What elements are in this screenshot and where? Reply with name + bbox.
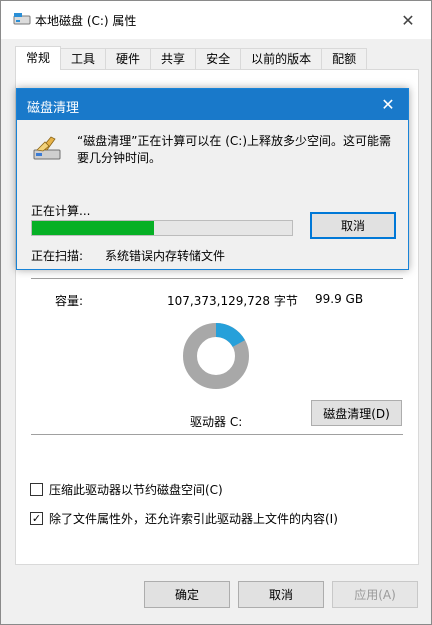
disk-cleanup-button[interactable]: 磁盘清理(D) [311,400,402,426]
dialog-close-button[interactable]: ✕ [376,93,400,115]
dialog-body: “磁盘清理”正在计算可以在 (C:)上释放多少空间。这可能需要几分钟时间。 正在… [17,120,408,269]
window-title: 本地磁盘 (C:) 属性 [35,14,137,28]
disk-cleanup-dialog: 磁盘清理 ✕ “磁盘清理”正在计算可以在 (C:)上释放多少空间。这可能需要几分… [16,88,409,270]
index-option[interactable]: ✓ 除了文件属性外，还允许索引此驱动器上文件的内容(I) [30,510,338,527]
check-icon: ✓ [31,512,42,525]
close-button[interactable]: ✕ [393,7,423,33]
tab-sharing[interactable]: 共享 [150,48,197,70]
compress-label: 压缩此驱动器以节约磁盘空间(C) [49,483,223,497]
title-bar: 本地磁盘 (C:) 属性 ✕ [1,1,431,39]
properties-window: 本地磁盘 (C:) 属性 ✕ 常规 工具 硬件 共享 安全 以前的版本 配额 容… [0,0,432,625]
tab-security[interactable]: 安全 [195,48,242,70]
calculating-status: 正在计算... [31,204,91,218]
drive-icon [13,13,31,25]
index-checkbox[interactable]: ✓ [30,512,43,525]
tab-tools[interactable]: 工具 [60,48,107,70]
capacity-size: 99.9 GB [315,292,364,306]
scanning-value: 系统错误内存转储文件 [105,249,226,263]
capacity-bytes: 107,373,129,728 字节 [167,294,298,308]
drive-label: 驱动器 C: [190,415,243,429]
tab-previous-versions[interactable]: 以前的版本 [240,48,323,70]
progress-bar [31,220,293,236]
disk-cleanup-icon [33,136,61,160]
close-icon: ✕ [381,94,395,114]
progress-fill [32,221,155,235]
ok-button[interactable]: 确定 [144,581,230,608]
apply-button[interactable]: 应用(A) [332,581,418,608]
divider [31,278,403,279]
dialog-message: “磁盘清理”正在计算可以在 (C:)上释放多少空间。这可能需要几分钟时间。 [77,134,392,165]
dialog-title-bar: 磁盘清理 ✕ [17,89,408,120]
usage-donut-chart [183,323,249,389]
cancel-button[interactable]: 取消 [238,581,324,608]
scanning-label: 正在扫描: [31,249,84,263]
divider [31,434,403,435]
tab-quota[interactable]: 配额 [321,48,368,70]
tab-strip: 常规 工具 硬件 共享 安全 以前的版本 配额 [15,46,368,70]
compress-option[interactable]: 压缩此驱动器以节约磁盘空间(C) [30,481,223,498]
index-label: 除了文件属性外，还允许索引此驱动器上文件的内容(I) [49,512,338,526]
close-icon: ✕ [401,10,415,30]
tab-general[interactable]: 常规 [15,46,62,70]
capacity-label: 容量: [55,294,84,308]
compress-checkbox[interactable] [30,483,43,496]
tab-hardware[interactable]: 硬件 [105,48,152,70]
dialog-cancel-button[interactable]: 取消 [310,212,396,239]
dialog-title: 磁盘清理 [27,101,80,116]
